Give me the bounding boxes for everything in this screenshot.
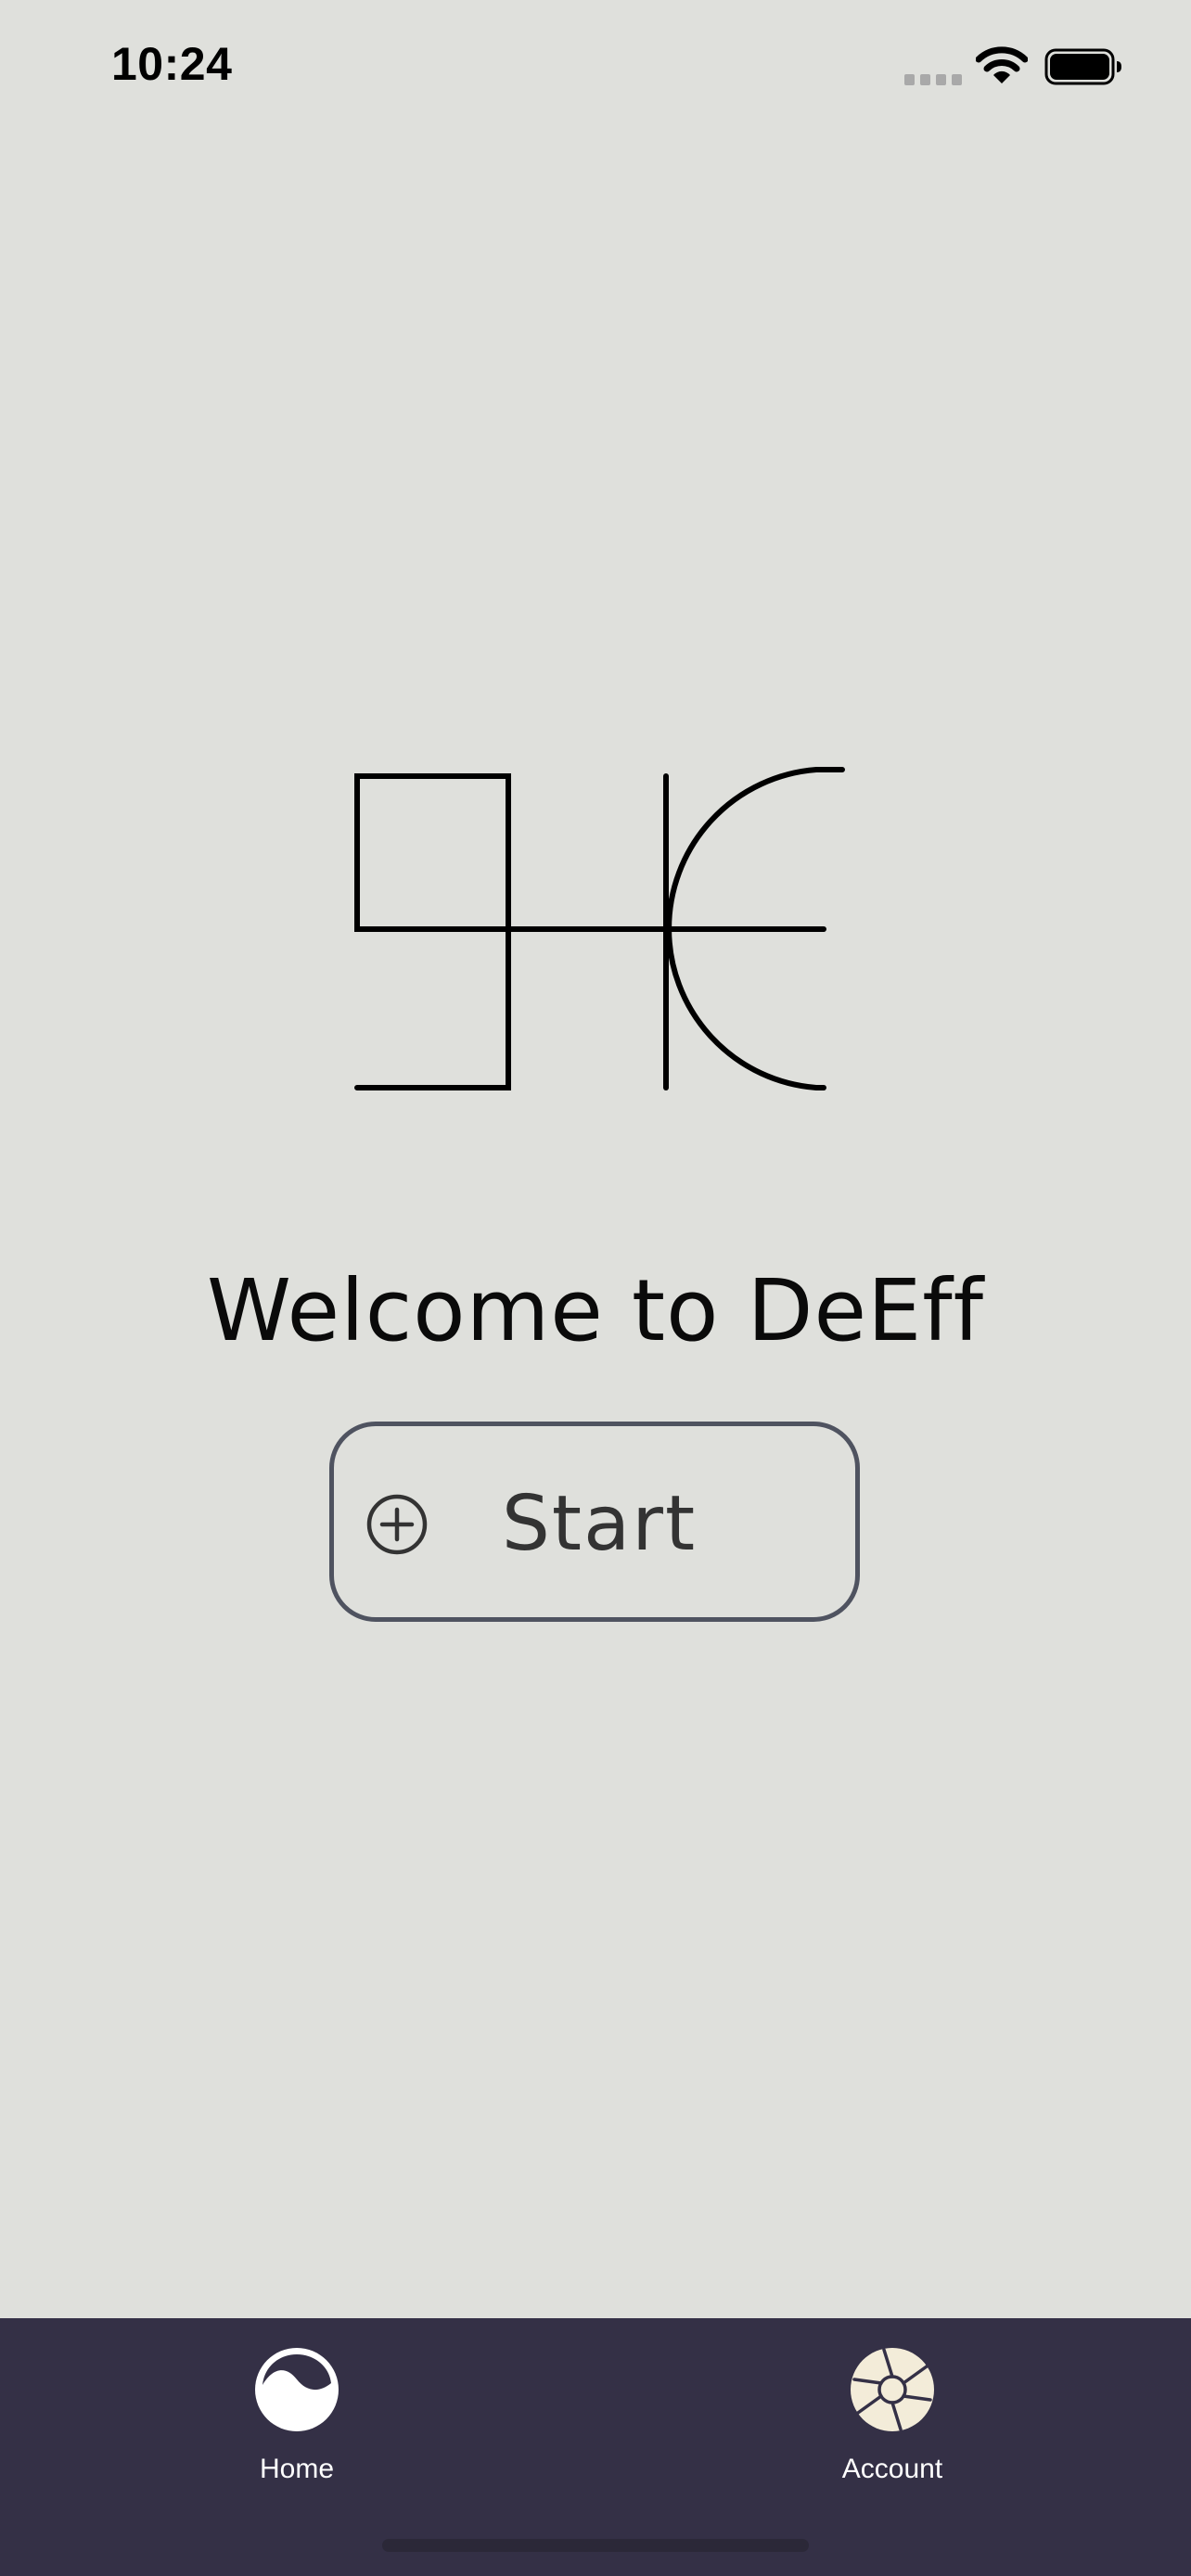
tab-account[interactable]: Account [781, 2346, 1004, 2513]
app-screen: 10:24 Welcome to DeEff Start Home Accoun… [0, 0, 1191, 2576]
tab-home-label: Home [259, 2454, 335, 2484]
status-time: 10:24 [111, 38, 233, 90]
cellular-signal-icon [904, 74, 962, 85]
home-indicator [382, 2539, 809, 2552]
battery-icon [1044, 48, 1121, 85]
tab-bar: Home Account [0, 2318, 1191, 2576]
tab-account-label: Account [841, 2454, 943, 2484]
wifi-icon [976, 46, 1028, 83]
aperture-icon [851, 2348, 934, 2431]
tab-home[interactable]: Home [186, 2346, 408, 2513]
start-button-label: Start [501, 1480, 698, 1568]
deeff-logo [354, 767, 845, 1090]
wave-circle-icon [255, 2348, 339, 2431]
start-button[interactable]: Start [329, 1422, 860, 1622]
page-title: Welcome to DeEff [206, 1261, 985, 1360]
status-bar: 10:24 [0, 0, 1191, 130]
